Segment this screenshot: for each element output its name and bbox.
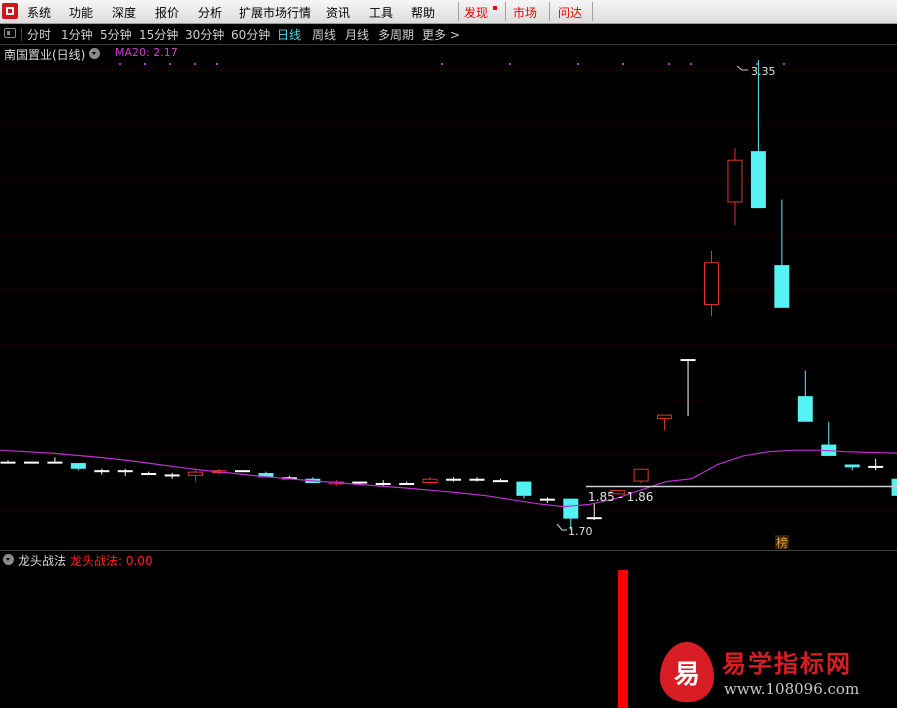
top-marker-dot [169, 63, 171, 65]
candle [657, 414, 673, 431]
candle [235, 470, 250, 473]
candle-body [633, 468, 649, 482]
indicator-value: 龙头战法: 0.00 [70, 554, 153, 568]
low-label: 1.70 [568, 525, 593, 538]
candle [539, 497, 555, 503]
chevron-down-icon[interactable] [3, 554, 14, 565]
candle-body [235, 470, 250, 473]
candle-body [188, 471, 204, 476]
candle-body [399, 482, 415, 485]
kline-chart[interactable]: 1.85 - 1.86 3.35 1.70 榜 [0, 0, 897, 708]
candle [23, 461, 39, 464]
candle [516, 481, 532, 499]
chevron-down-icon[interactable] [89, 48, 100, 59]
candle [680, 359, 696, 417]
top-marker-dot [144, 63, 146, 65]
candle [94, 468, 110, 475]
candle-body [469, 478, 485, 481]
candle [446, 477, 462, 482]
candle [422, 477, 438, 485]
candle [469, 477, 485, 482]
candle-body [797, 396, 813, 422]
candle [891, 478, 897, 496]
low-marker [556, 523, 567, 531]
top-marker-dot [783, 63, 785, 65]
candle-body [422, 478, 438, 483]
candle [750, 59, 766, 209]
high-label: 3.35 [751, 65, 776, 78]
candle [774, 199, 790, 308]
candle [164, 473, 180, 479]
candle-body [47, 461, 63, 464]
candle [47, 457, 63, 464]
candle [375, 480, 391, 486]
candle-body [23, 461, 39, 464]
candle [704, 250, 719, 317]
watermark-title: 易学指标网 [722, 650, 852, 678]
ma20-line [0, 449, 897, 508]
candle [586, 502, 602, 521]
candle-body [844, 464, 860, 468]
candle-body [94, 470, 110, 473]
candle-body [141, 473, 157, 476]
candle-body [868, 465, 884, 468]
candle [70, 463, 86, 471]
watermark-url: www.108096.com [724, 680, 860, 698]
candle-body [352, 481, 368, 484]
candle [0, 460, 16, 464]
candle [399, 481, 415, 485]
top-marker-dot [216, 63, 218, 65]
indicator-signal-bar [618, 570, 628, 708]
candle-body [891, 478, 897, 496]
candle [141, 471, 157, 476]
candle-body [164, 474, 180, 477]
candle-body [117, 470, 133, 473]
candle-body [563, 498, 579, 519]
stock-title: 南国置业(日线) [4, 48, 86, 62]
watermark-logo-char: 易 [673, 660, 700, 690]
candle-body [539, 498, 555, 501]
candle [844, 464, 860, 471]
candle-body [446, 478, 462, 481]
candle [868, 458, 884, 471]
top-marker-dot [441, 63, 443, 65]
candle-body [774, 265, 790, 308]
candle [797, 370, 813, 422]
top-marker-dot [577, 63, 579, 65]
candle [188, 470, 204, 482]
top-marker-dot [668, 63, 670, 65]
watermark: 易 易学指标网 www.108096.com [660, 640, 895, 706]
candle [117, 468, 133, 476]
candle-body [680, 359, 696, 362]
candle-body [586, 517, 602, 520]
candle-body [70, 463, 86, 469]
candle-body [657, 414, 673, 419]
range-label: 1.85 - 1.86 [588, 490, 653, 504]
candle-body [750, 151, 766, 209]
top-marker-dot [119, 63, 121, 65]
high-marker [736, 65, 748, 71]
top-marker-dot [509, 63, 511, 65]
candle [727, 148, 743, 226]
candle-body [516, 481, 532, 496]
top-marker-dot [622, 63, 624, 65]
indicator-title: 龙头战法 [18, 554, 67, 568]
candle [492, 478, 508, 483]
candle [633, 468, 649, 483]
top-marker-dot [194, 63, 196, 65]
bang-badge: 榜 [776, 535, 788, 550]
candle-body [492, 480, 508, 483]
candle-body [727, 159, 743, 203]
ma20-label: MA20: 2.17 [115, 46, 178, 59]
candle-body [0, 461, 16, 464]
candle-body [704, 262, 719, 305]
top-marker-dot [690, 63, 692, 65]
candle-body [375, 482, 391, 485]
